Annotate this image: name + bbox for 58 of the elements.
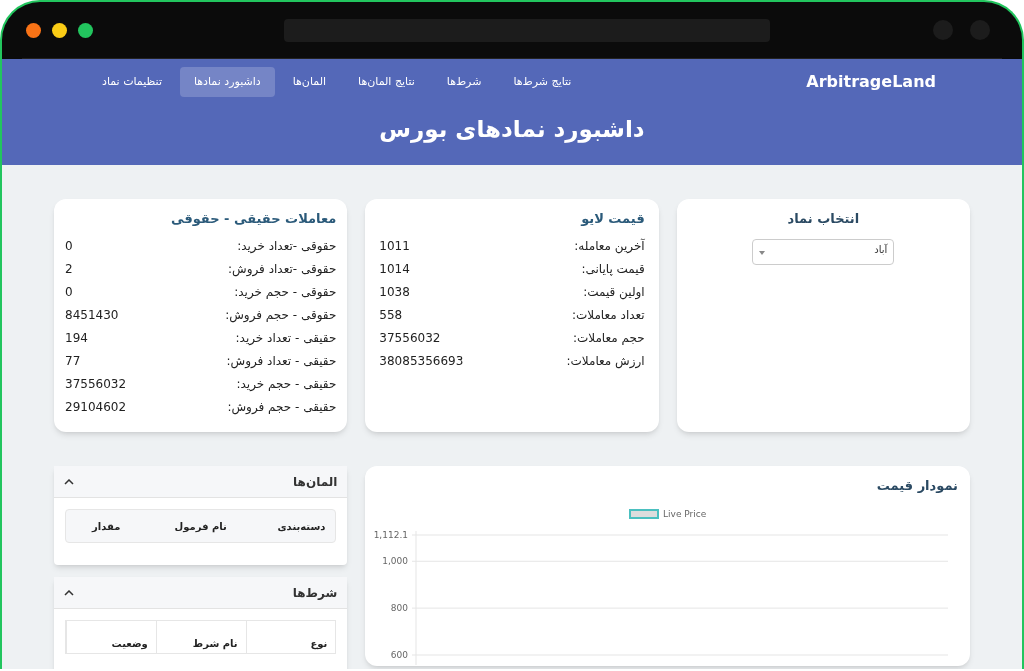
stat-value: 0 xyxy=(65,283,73,301)
nav-link[interactable]: نتایج المان‌ها xyxy=(344,66,429,98)
card-title: قیمت لایو xyxy=(579,210,645,228)
card-title: معاملات حقیقی - حقوقی xyxy=(170,210,337,228)
stat-label: حقوقی - حجم خرید: xyxy=(234,283,337,301)
stat-label: اولین قیمت: xyxy=(583,283,645,301)
stat-label: ارزش معاملات: xyxy=(566,352,645,370)
stat-value: 1014 xyxy=(379,260,410,278)
stat-value: 8451430 xyxy=(65,306,119,324)
stat-label: حقوقی -تعداد فروش: xyxy=(228,260,337,278)
stat-label: حقیقی - تعداد فروش: xyxy=(226,352,337,370)
stat-value: 38085356693 xyxy=(379,352,464,370)
nav-link[interactable]: داشبورد نمادها xyxy=(179,66,275,98)
accordion-header[interactable]: شرط‌ها xyxy=(54,577,348,609)
stat-value: 1038 xyxy=(379,283,410,301)
stat-label: حقوقی - حجم فروش: xyxy=(225,306,337,324)
nav-link[interactable]: تنظیمات نماد xyxy=(88,66,176,98)
legend-swatch xyxy=(629,509,660,520)
y-tick-label: 600 xyxy=(390,650,408,660)
stat-label: حقوقی -تعداد خرید: xyxy=(237,237,337,255)
symbol-dropdown[interactable]: آباد xyxy=(752,238,895,265)
stat-value: 1011 xyxy=(379,237,410,255)
column-header: دسته‌بندی xyxy=(276,519,326,534)
legend-label: Live Price xyxy=(663,507,707,521)
brand-logo[interactable]: ArbitrageLand xyxy=(806,70,936,94)
stat-value: 29104602 xyxy=(65,398,127,416)
card-title: نمودار قیمت xyxy=(875,477,958,495)
stat-label: حقیقی - حجم خرید: xyxy=(236,375,337,393)
stat-label: قیمت پایانی: xyxy=(581,260,645,278)
column-header: وضعیت xyxy=(66,621,156,653)
column-header: نام فرمول xyxy=(173,519,228,534)
caret-icon xyxy=(759,250,766,255)
accordion-header[interactable]: المان‌ها xyxy=(54,466,348,498)
stat-label: حقیقی - تعداد خرید: xyxy=(235,329,337,347)
column-header: نام شرط xyxy=(155,621,246,653)
stat-value: 2 xyxy=(65,260,73,278)
stat-label: حجم معاملات: xyxy=(572,329,645,347)
nav-link[interactable]: المان‌ها xyxy=(278,66,341,98)
stat-label: آخرین معامله: xyxy=(574,237,645,255)
stat-value: 0 xyxy=(65,237,73,255)
page-title: داشبورد نمادهای بورس xyxy=(378,115,646,145)
y-tick-label: 1,112.1 xyxy=(373,530,408,540)
panel-title: المان‌ها xyxy=(293,473,338,491)
card-title: انتخاب نماد xyxy=(787,210,860,228)
panel-title: شرط‌ها xyxy=(292,584,338,602)
stat-value: 194 xyxy=(65,329,88,347)
column-header: نوع xyxy=(245,621,336,653)
stat-value: 37556032 xyxy=(379,329,441,347)
y-tick-label: 800 xyxy=(390,603,408,614)
stat-value: 558 xyxy=(379,306,403,324)
stat-label: حقیقی - حجم فروش: xyxy=(227,398,337,416)
stat-value: 77 xyxy=(65,352,81,370)
y-tick-label: 1,000 xyxy=(382,556,408,567)
column-header: مقدار xyxy=(90,519,122,534)
stat-label: تعداد معاملات: xyxy=(571,306,645,324)
stat-value: 37556032 xyxy=(65,375,127,393)
nav-link[interactable]: نتایج شرط‌ها xyxy=(499,66,586,98)
nav-link[interactable]: شرط‌ها xyxy=(432,66,496,98)
